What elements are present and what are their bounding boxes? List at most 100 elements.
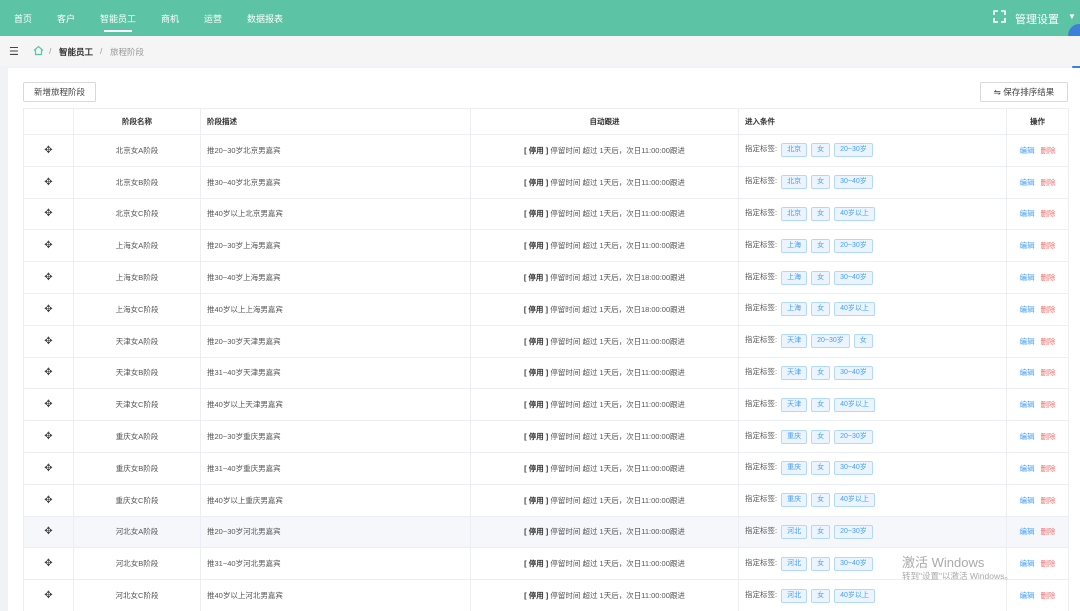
drag-handle-icon[interactable]: ✥	[23, 483, 74, 517]
edit-link[interactable]: 编辑	[1020, 368, 1035, 377]
condition-tag: 女	[811, 556, 831, 571]
drag-handle-icon[interactable]: ✥	[23, 229, 74, 263]
follow-status: [ 停用 ]	[524, 591, 549, 601]
edit-link[interactable]: 编辑	[1020, 464, 1035, 473]
edit-link[interactable]: 编辑	[1020, 209, 1035, 218]
drag-handle-icon[interactable]: ✥	[23, 134, 74, 167]
edit-link[interactable]: 编辑	[1020, 305, 1035, 314]
condition-cell: 指定标签: 河北女 20~30岁	[738, 515, 1007, 549]
breadcrumb-separator: /	[100, 46, 103, 56]
auto-follow-cell: [ 停用 ] 停留时间 超过 1天后，次日18:00:00跟进	[470, 261, 739, 294]
windows-watermark-subtitle: 转到"设置"以激活 Windows。	[902, 571, 1013, 581]
stage-name: 河北女A阶段	[73, 515, 201, 549]
edit-link[interactable]: 编辑	[1020, 432, 1035, 441]
auto-follow-cell: [ 停用 ] 停留时间 超过 1天后，次日18:00:00跟进	[470, 292, 739, 326]
edit-link[interactable]: 编辑	[1020, 400, 1035, 409]
delete-link[interactable]: 删除	[1041, 241, 1056, 250]
follow-rule: 停留时间 超过 1天后，次日18:00:00跟进	[550, 273, 686, 283]
condition-cell: 指定标签: 天津女 30~40岁	[738, 356, 1007, 390]
delete-link[interactable]: 删除	[1041, 496, 1056, 505]
expand-icon[interactable]	[993, 10, 1006, 23]
drag-handle-icon[interactable]: ✥	[23, 420, 74, 453]
delete-link[interactable]: 删除	[1041, 400, 1056, 409]
nav-item-smart-staff[interactable]: 智能员工	[100, 12, 136, 25]
follow-status: [ 停用 ]	[524, 432, 549, 442]
edit-link[interactable]: 编辑	[1020, 273, 1035, 282]
chevron-down-icon[interactable]: ▼	[1068, 12, 1076, 21]
condition-prefix: 指定标签:	[745, 589, 778, 599]
stage-name: 上海女C阶段	[73, 292, 201, 326]
stage-name: 重庆女A阶段	[73, 420, 201, 453]
auto-follow-cell: [ 停用 ] 停留时间 超过 1天后，次日11:00:00跟进	[470, 420, 739, 453]
follow-rule: 停留时间 超过 1天后，次日11:00:00跟进	[550, 527, 685, 537]
edit-link[interactable]: 编辑	[1020, 337, 1035, 346]
table-row: ✥ 天津女C阶段 推40岁以上天津男嘉宾[ 停用 ] 停留时间 超过 1天后，次日1…	[23, 388, 1069, 422]
breadcrumb-smart-staff[interactable]: 智能员工	[59, 46, 93, 58]
nav-item-reports[interactable]: 数据报表	[247, 12, 283, 25]
condition-tag: 40岁以上	[834, 206, 875, 221]
nav-active-indicator	[104, 30, 132, 32]
drag-handle-icon[interactable]: ✥	[23, 197, 74, 231]
drag-handle-icon[interactable]: ✥	[23, 388, 74, 422]
nav-item-operations[interactable]: 运营	[204, 12, 222, 25]
condition-tag: 河北	[781, 588, 808, 603]
col-header-condition: 进入条件	[738, 108, 1007, 135]
follow-rule: 停留时间 超过 1天后，次日11:00:00跟进	[550, 559, 685, 569]
table-row: ✥ 北京女C阶段 推40岁以上北京男嘉宾[ 停用 ] 停留时间 超过 1天后，次日1…	[23, 197, 1069, 231]
delete-link[interactable]: 删除	[1041, 464, 1056, 473]
delete-link[interactable]: 删除	[1041, 368, 1056, 377]
drag-handle-icon[interactable]: ✥	[23, 324, 74, 358]
home-icon[interactable]	[33, 45, 44, 56]
condition-tag: 女	[811, 524, 831, 539]
menu-fold-icon[interactable]: ☰	[9, 45, 19, 58]
edit-link[interactable]: 编辑	[1020, 178, 1035, 187]
condition-cell: 指定标签: 天津 20~30岁女	[738, 324, 1007, 358]
delete-link[interactable]: 删除	[1041, 178, 1056, 187]
condition-tag: 30~40岁	[834, 556, 873, 571]
delete-link[interactable]: 删除	[1041, 591, 1056, 600]
condition-tag: 河北	[781, 524, 808, 539]
auto-follow-cell: [ 停用 ] 停留时间 超过 1天后，次日11:00:00跟进	[470, 324, 739, 358]
condition-cell: 指定标签: 上海女 20~30岁	[738, 229, 1007, 263]
stage-desc: 推40岁以上河北男嘉宾	[200, 579, 471, 611]
delete-link[interactable]: 删除	[1041, 337, 1056, 346]
save-sort-button[interactable]: ⇋ 保存排序结果	[980, 82, 1068, 102]
drag-handle-icon[interactable]: ✥	[23, 515, 74, 549]
delete-link[interactable]: 删除	[1041, 209, 1056, 218]
edit-link[interactable]: 编辑	[1020, 559, 1035, 568]
condition-tag: 天津	[781, 334, 808, 349]
table-row: ✥ 天津女B阶段 推31~40岁天津男嘉宾[ 停用 ] 停留时间 超过 1天后，次日…	[23, 356, 1069, 390]
delete-link[interactable]: 删除	[1041, 559, 1056, 568]
edit-link[interactable]: 编辑	[1020, 591, 1035, 600]
follow-status: [ 停用 ]	[524, 400, 549, 410]
delete-link[interactable]: 删除	[1041, 432, 1056, 441]
nav-item-customers[interactable]: 客户	[57, 12, 75, 25]
edit-link[interactable]: 编辑	[1020, 496, 1035, 505]
edit-link[interactable]: 编辑	[1020, 527, 1035, 536]
stage-desc: 推20~30岁重庆男嘉宾	[200, 420, 471, 453]
drag-handle-icon[interactable]: ✥	[23, 579, 74, 611]
table-row: ✥ 重庆女A阶段 推20~30岁重庆男嘉宾[ 停用 ] 停留时间 超过 1天后，次日…	[23, 420, 1069, 453]
drag-handle-icon[interactable]: ✥	[23, 356, 74, 390]
edit-link[interactable]: 编辑	[1020, 146, 1035, 155]
condition-tag: 女	[811, 365, 831, 380]
condition-tag: 上海	[781, 302, 808, 317]
stage-desc: 推31~40岁河北男嘉宾	[200, 547, 471, 581]
drag-handle-icon[interactable]: ✥	[23, 451, 74, 485]
admin-settings-menu[interactable]: 管理设置	[1015, 11, 1059, 27]
drag-handle-icon[interactable]: ✥	[23, 261, 74, 294]
condition-tag: 女	[811, 429, 831, 444]
drag-handle-icon[interactable]: ✥	[23, 547, 74, 581]
add-stage-button[interactable]: 新增旅程阶段	[23, 82, 96, 102]
delete-link[interactable]: 删除	[1041, 527, 1056, 536]
actions-cell: 编辑 删除	[1006, 261, 1069, 294]
nav-item-opportunities[interactable]: 商机	[161, 12, 179, 25]
drag-handle-icon[interactable]: ✥	[23, 292, 74, 326]
drag-handle-icon[interactable]: ✥	[23, 165, 74, 199]
nav-item-home[interactable]: 首页	[14, 12, 32, 25]
delete-link[interactable]: 删除	[1041, 305, 1056, 314]
actions-cell: 编辑 删除	[1006, 229, 1069, 263]
edit-link[interactable]: 编辑	[1020, 241, 1035, 250]
delete-link[interactable]: 删除	[1041, 273, 1056, 282]
delete-link[interactable]: 删除	[1041, 146, 1056, 155]
